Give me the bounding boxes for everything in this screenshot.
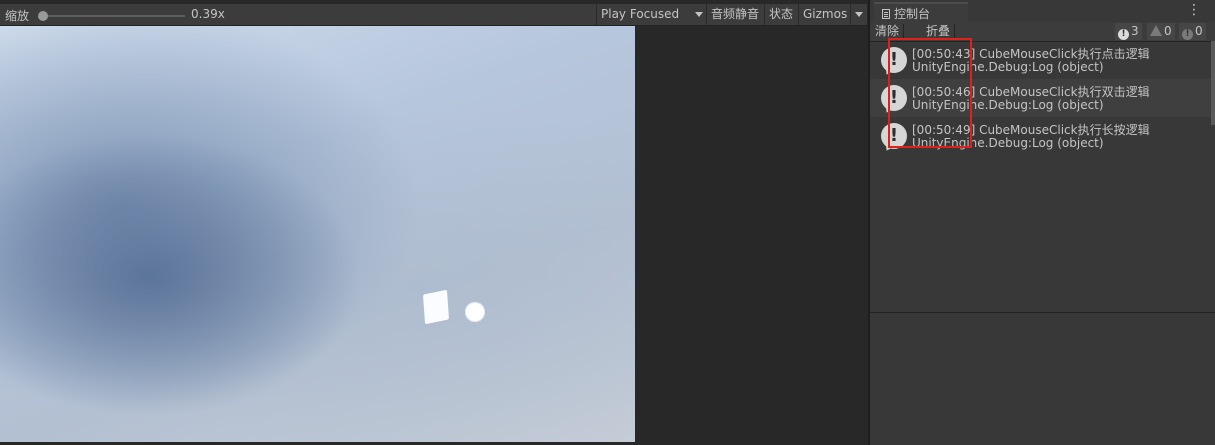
warning-icon — [1150, 25, 1162, 36]
log-stacktrace: UnityEngine.Debug:Log (object) — [912, 98, 1104, 112]
tab-console[interactable]: 控制台 — [874, 2, 968, 22]
console-tab-title: 控制台 — [894, 7, 931, 21]
zoom-label: 缩放 — [5, 9, 30, 23]
mute-audio-button[interactable]: 音频静音 — [706, 4, 764, 25]
error-count: 0 — [1195, 24, 1203, 38]
toolbar-divider — [954, 24, 955, 39]
zoom-slider-track[interactable] — [40, 15, 185, 17]
log-entry[interactable]: ! [00:50:43] CubeMouseClick执行点击逻辑 UnityE… — [870, 41, 1215, 79]
cube-object[interactable] — [422, 289, 450, 325]
info-message-icon: ! — [881, 47, 907, 73]
gizmos-label: Gizmos — [803, 7, 848, 21]
game-viewport[interactable] — [0, 26, 635, 442]
console-list-icon — [882, 9, 890, 19]
log-entry[interactable]: ! [00:50:49] CubeMouseClick执行长按逻辑 UnityE… — [870, 117, 1215, 155]
play-mode-label: Play Focused — [601, 7, 680, 21]
log-detail-area — [870, 313, 1215, 445]
chevron-down-icon — [695, 12, 703, 17]
stats-button[interactable]: 状态 — [764, 4, 798, 25]
info-message-icon: ! — [881, 85, 907, 111]
gizmos-button[interactable]: Gizmos — [798, 4, 850, 25]
gizmos-dropdown[interactable] — [850, 4, 867, 25]
console-toolbar: 清除 折叠 ! 3 0 ! 0 — [870, 22, 1215, 42]
game-toolbar: 缩放 0.39x Play Focused 音频静音 状态 Gizmos — [0, 4, 867, 26]
stats-label: 状态 — [769, 7, 794, 21]
chevron-down-icon — [855, 12, 863, 17]
console-panel: 控制台 ⋮ 清除 折叠 ! 3 0 ! 0 ! [00:50:43] CubeMou… — [868, 0, 1215, 445]
zoom-slider-thumb[interactable] — [37, 11, 48, 21]
log-scrollbar[interactable] — [1211, 41, 1215, 125]
mute-audio-label: 音频静音 — [711, 7, 760, 21]
sphere-object[interactable] — [465, 302, 485, 322]
log-list: ! [00:50:43] CubeMouseClick执行点击逻辑 UnityE… — [870, 41, 1215, 155]
info-icon: ! — [1118, 29, 1129, 40]
game-view-panel: 缩放 0.39x Play Focused 音频静音 状态 Gizmos — [0, 0, 867, 445]
collapse-button[interactable]: 折叠 — [926, 23, 950, 40]
toolbar-divider — [903, 24, 904, 39]
error-filter-toggle[interactable]: ! 0 — [1179, 23, 1206, 40]
info-count: 3 — [1131, 24, 1139, 38]
warning-count: 0 — [1164, 24, 1172, 38]
clear-button[interactable]: 清除 — [875, 23, 899, 40]
warning-filter-toggle[interactable]: 0 — [1147, 23, 1175, 40]
error-icon: ! — [1182, 29, 1193, 40]
log-entry[interactable]: ! [00:50:46] CubeMouseClick执行双击逻辑 UnityE… — [870, 79, 1215, 117]
play-mode-dropdown[interactable]: Play Focused — [596, 4, 706, 25]
more-options-icon[interactable]: ⋮ — [1187, 3, 1201, 17]
info-message-icon: ! — [881, 123, 907, 149]
zoom-value: 0.39x — [191, 7, 225, 21]
info-filter-toggle[interactable]: ! 3 — [1115, 23, 1142, 40]
log-stacktrace: UnityEngine.Debug:Log (object) — [912, 60, 1104, 74]
log-stacktrace: UnityEngine.Debug:Log (object) — [912, 136, 1104, 150]
